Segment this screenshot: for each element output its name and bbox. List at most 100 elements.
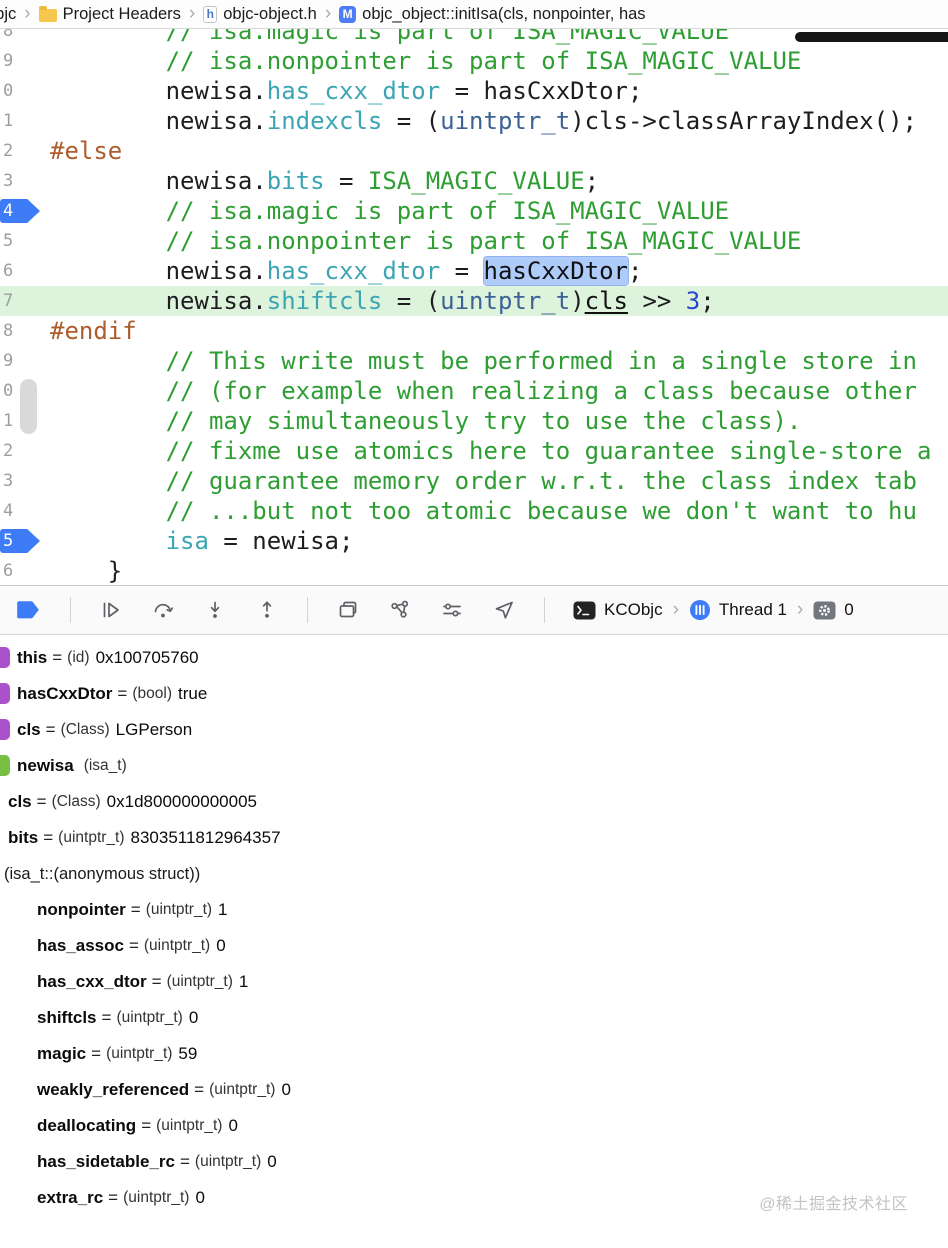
variable-row[interactable]: weakly_referenced = (uintptr_t) 0 bbox=[0, 1072, 948, 1108]
variable-row[interactable]: cls = (Class) LGPerson bbox=[0, 712, 948, 748]
line-gutter[interactable]: 6 bbox=[0, 556, 44, 585]
variable-row[interactable]: newisa (isa_t) bbox=[0, 748, 948, 784]
line-gutter[interactable]: 3 bbox=[0, 166, 44, 196]
terminal-icon bbox=[573, 601, 596, 620]
line-number[interactable]: 0 bbox=[0, 81, 13, 101]
code-line[interactable]: 6 } bbox=[0, 556, 948, 585]
variables-view[interactable]: this = (id) 0x100705760 hasCxxDtor = (bool) tru… bbox=[0, 635, 948, 1248]
line-number[interactable]: 1 bbox=[0, 411, 13, 431]
line-number[interactable]: 9 bbox=[0, 51, 13, 71]
code-line[interactable]: 0 newisa.has_cxx_dtor = hasCxxDtor; bbox=[0, 76, 948, 106]
line-gutter[interactable]: 1 bbox=[0, 106, 44, 136]
line-number[interactable]: 9 bbox=[0, 351, 13, 371]
variable-row[interactable]: this = (id) 0x100705760 bbox=[0, 640, 948, 676]
thread-name[interactable]: Thread 1 bbox=[719, 600, 787, 620]
code-line[interactable]: 2 #else bbox=[0, 136, 948, 166]
code-line[interactable]: 7 newisa.shiftcls = (uintptr_t)cls >> 3; bbox=[0, 286, 948, 316]
line-number[interactable]: 4 bbox=[0, 501, 13, 521]
line-gutter[interactable]: 9 bbox=[0, 46, 44, 76]
breakpoint-marker[interactable]: 4 bbox=[0, 199, 40, 223]
code-line[interactable]: 1 // may simultaneously try to use the c… bbox=[0, 406, 948, 436]
line-gutter[interactable]: 5 bbox=[0, 226, 44, 256]
line-number[interactable]: 8 bbox=[0, 29, 13, 41]
code-line[interactable]: 9 // This write must be performed in a s… bbox=[0, 346, 948, 376]
code-line[interactable]: 8 #endif bbox=[0, 316, 948, 346]
variable-name: newisa bbox=[17, 756, 74, 775]
breakpoints-toggle-button[interactable] bbox=[16, 599, 42, 621]
code-token: // ...but not too atomic because we don'… bbox=[165, 497, 917, 525]
code-line[interactable]: 5 // isa.nonpointer is part of ISA_MAGIC… bbox=[0, 226, 948, 256]
step-into-button[interactable] bbox=[203, 598, 227, 622]
frame-number[interactable]: 0 bbox=[844, 600, 853, 620]
simulate-location-button[interactable] bbox=[492, 598, 516, 622]
code-text: isa = newisa; bbox=[44, 527, 354, 555]
memory-graph-button[interactable] bbox=[388, 598, 412, 622]
line-number[interactable]: 2 bbox=[0, 441, 13, 461]
step-over-button[interactable] bbox=[151, 598, 175, 622]
breadcrumb-item[interactable]: Project Headers bbox=[38, 5, 181, 24]
variable-row[interactable]: has_assoc = (uintptr_t) 0 bbox=[0, 928, 948, 964]
code-line[interactable]: 6 newisa.has_cxx_dtor = hasCxxDtor; bbox=[0, 256, 948, 286]
variable-anon-struct-label: (isa_t::(anonymous struct)) bbox=[4, 864, 201, 883]
variable-type: (bool) bbox=[132, 685, 172, 702]
code-text: // fixme use atomics here to guarantee s… bbox=[44, 437, 932, 465]
process-name[interactable]: KCObjc bbox=[604, 600, 663, 620]
line-number[interactable]: 0 bbox=[0, 381, 13, 401]
line-number[interactable]: 3 bbox=[0, 171, 13, 191]
breadcrumb-item[interactable]: h objc-object.h bbox=[203, 5, 317, 24]
line-gutter[interactable]: 4 bbox=[0, 496, 44, 526]
line-number[interactable]: 1 bbox=[0, 111, 13, 131]
line-number[interactable]: 2 bbox=[0, 141, 13, 161]
line-gutter[interactable]: 9 bbox=[0, 346, 44, 376]
line-gutter[interactable]: 3 bbox=[0, 466, 44, 496]
variable-row[interactable]: has_sidetable_rc = (uintptr_t) 0 bbox=[0, 1144, 948, 1180]
step-out-button[interactable] bbox=[255, 598, 279, 622]
line-number[interactable]: 5 bbox=[0, 231, 13, 251]
variable-row[interactable]: cls = (Class) 0x1d800000000005 bbox=[0, 784, 948, 820]
line-gutter[interactable]: 4 bbox=[0, 196, 44, 226]
code-line[interactable]: 9 // isa.nonpointer is part of ISA_MAGIC… bbox=[0, 46, 948, 76]
variable-row[interactable]: nonpointer = (uintptr_t) 1 bbox=[0, 892, 948, 928]
code-line[interactable]: 4 // isa.magic is part of ISA_MAGIC_VALU… bbox=[0, 196, 948, 226]
line-number[interactable]: 8 bbox=[0, 321, 13, 341]
line-gutter[interactable]: 2 bbox=[0, 136, 44, 166]
breadcrumb-item[interactable]: Mobjc_object::initIsa(cls, nonpointer, h… bbox=[339, 5, 646, 24]
breadcrumb-item[interactable]: objc bbox=[0, 5, 16, 24]
breakpoint-marker[interactable]: 5 bbox=[0, 529, 40, 553]
view-hierarchy-button[interactable] bbox=[336, 598, 360, 622]
line-number[interactable]: 6 bbox=[0, 561, 13, 581]
code-line[interactable]: 1 newisa.indexcls = (uintptr_t)cls->clas… bbox=[0, 106, 948, 136]
line-gutter[interactable]: 8 bbox=[0, 29, 44, 46]
variable-row[interactable]: magic = (uintptr_t) 59 bbox=[0, 1036, 948, 1072]
line-number: 5 bbox=[3, 531, 14, 551]
line-gutter[interactable]: 0 bbox=[0, 76, 44, 106]
variable-row[interactable]: deallocating = (uintptr_t) 0 bbox=[0, 1108, 948, 1144]
variable-row[interactable]: shiftcls = (uintptr_t) 0 bbox=[0, 1000, 948, 1036]
variable-type-icon bbox=[0, 683, 10, 704]
variable-value: 0x1d800000000005 bbox=[106, 792, 257, 811]
environment-overrides-button[interactable] bbox=[440, 598, 464, 622]
code-token: newisa. bbox=[165, 167, 267, 195]
line-gutter[interactable]: 7 bbox=[0, 286, 44, 316]
method-icon: M bbox=[339, 5, 357, 23]
continue-button[interactable] bbox=[99, 598, 123, 622]
line-gutter[interactable]: 2 bbox=[0, 436, 44, 466]
source-editor[interactable]: 8 // isa.magic is part of ISA_MAGIC_VALU… bbox=[0, 29, 948, 585]
code-line[interactable]: 5 isa = newisa; bbox=[0, 526, 948, 556]
code-line[interactable]: 4 // ...but not too atomic because we do… bbox=[0, 496, 948, 526]
code-line[interactable]: 3 newisa.bits = ISA_MAGIC_VALUE; bbox=[0, 166, 948, 196]
code-line[interactable]: 2 // fixme use atomics here to guarantee… bbox=[0, 436, 948, 466]
line-gutter[interactable]: 5 bbox=[0, 526, 44, 556]
code-line[interactable]: 3 // guarantee memory order w.r.t. the c… bbox=[0, 466, 948, 496]
variable-row[interactable]: hasCxxDtor = (bool) true bbox=[0, 676, 948, 712]
variable-row[interactable]: bits = (uintptr_t) 8303511812964357 bbox=[0, 820, 948, 856]
variable-row[interactable]: has_cxx_dtor = (uintptr_t) 1 bbox=[0, 964, 948, 1000]
variable-row[interactable]: (isa_t::(anonymous struct)) bbox=[0, 856, 948, 892]
line-number[interactable]: 6 bbox=[0, 261, 13, 281]
code-line[interactable]: 0 // (for example when realizing a class… bbox=[0, 376, 948, 406]
line-number[interactable]: 3 bbox=[0, 471, 13, 491]
line-gutter[interactable]: 6 bbox=[0, 256, 44, 286]
line-number[interactable]: 7 bbox=[0, 291, 13, 311]
line-gutter[interactable]: 8 bbox=[0, 316, 44, 346]
